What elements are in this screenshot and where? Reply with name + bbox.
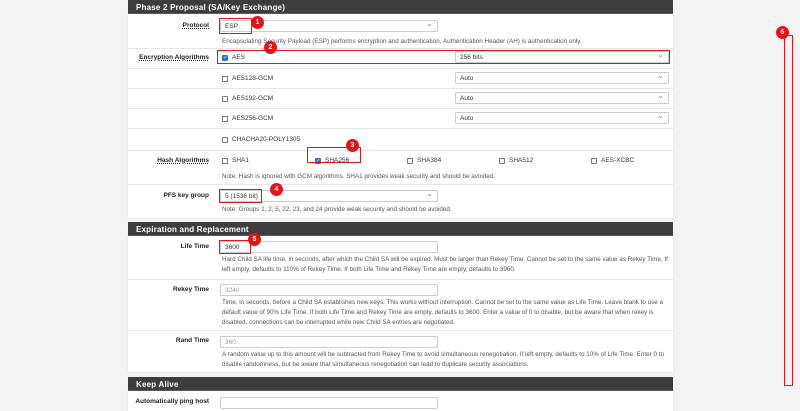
divider	[128, 68, 673, 69]
annotation-badge-6: 6	[776, 26, 789, 39]
encryption-label: Encryption Algorithms	[139, 54, 209, 61]
aes128gcm-checkbox[interactable]: AES128-GCM	[222, 75, 273, 82]
sha1-label: SHA1	[232, 157, 249, 164]
lifetime-label: Life Time	[180, 243, 209, 250]
divider	[128, 48, 673, 49]
annotation-box-2	[217, 50, 670, 64]
aesxcbc-label: AES-XCBC	[601, 157, 635, 164]
divider	[128, 330, 673, 331]
sha384-checkbox[interactable]: SHA384	[407, 157, 441, 164]
rekey-input[interactable]: 3240	[220, 284, 438, 296]
pfs-label: PFS key group	[163, 192, 209, 199]
rekey-note: Time, in seconds, before a Child SA esta…	[222, 299, 664, 326]
randtime-label: Rand Time	[175, 337, 209, 344]
aes192gcm-keylen-select[interactable]: Auto	[455, 91, 669, 104]
aesxcbc-checkbox[interactable]: AES-XCBC	[591, 157, 634, 164]
divider	[128, 150, 673, 151]
ping-host-label: Automatically ping host	[135, 398, 209, 405]
protocol-label: Protocol	[182, 22, 209, 29]
randtime-input[interactable]: 360	[220, 336, 438, 348]
annotation-box-4	[219, 189, 262, 203]
hash-label: Hash Algorithms	[157, 157, 209, 164]
sha512-checkbox[interactable]: SHA512	[499, 157, 533, 164]
aes128gcm-label: AES128-GCM	[232, 75, 274, 82]
ping-host-input[interactable]	[220, 397, 438, 409]
aes192gcm-checkbox[interactable]: AES192-GCM	[222, 95, 273, 102]
annotation-badge-2: 2	[264, 41, 277, 54]
sha384-label: SHA384	[417, 157, 442, 164]
divider	[128, 88, 673, 89]
annotation-badge-1: 1	[251, 16, 264, 29]
aes192gcm-label: AES192-GCM	[232, 95, 274, 102]
aes128gcm-keylen-select[interactable]: Auto	[455, 71, 669, 84]
protocol-note: Encapsulating Security Payload (ESP) per…	[222, 38, 582, 45]
rekey-label: Rekey Time	[172, 286, 209, 293]
divider	[128, 128, 673, 129]
divider	[128, 184, 673, 185]
annotation-box-5	[219, 240, 251, 254]
keepalive-header: Keep Alive	[128, 377, 673, 391]
aes256gcm-keylen-select[interactable]: Auto	[455, 111, 669, 124]
divider	[128, 108, 673, 109]
annotation-badge-3: 3	[346, 139, 359, 152]
annotation-badge-4: 4	[270, 183, 283, 196]
annotation-badge-5: 5	[248, 233, 261, 246]
divider	[128, 279, 673, 280]
phase2-header: Phase 2 Proposal (SA/Key Exchange)	[128, 0, 673, 14]
pfs-note: Note: Groups 1, 2, 5, 22, 23, and 24 pro…	[222, 206, 452, 213]
aes256gcm-label: AES256-GCM	[232, 115, 274, 122]
lifetime-note: Hard Child SA life time, in seconds, aft…	[222, 256, 668, 273]
chacha-checkbox[interactable]: CHACHA20-POLY1305	[222, 136, 300, 143]
chacha-label: CHACHA20-POLY1305	[232, 136, 301, 143]
annotation-box-1	[219, 18, 252, 34]
randtime-note: A random value up to this amount will be…	[222, 351, 664, 368]
sha1-checkbox[interactable]: SHA1	[222, 157, 249, 164]
annotation-box-6-scrollbar[interactable]	[784, 35, 793, 386]
sha512-label: SHA512	[509, 157, 534, 164]
hash-note: Note: Hash is ignored with GCM algorithm…	[222, 173, 495, 180]
expiration-header: Expiration and Replacement	[128, 222, 673, 236]
aes256gcm-checkbox[interactable]: AES256-GCM	[222, 115, 273, 122]
